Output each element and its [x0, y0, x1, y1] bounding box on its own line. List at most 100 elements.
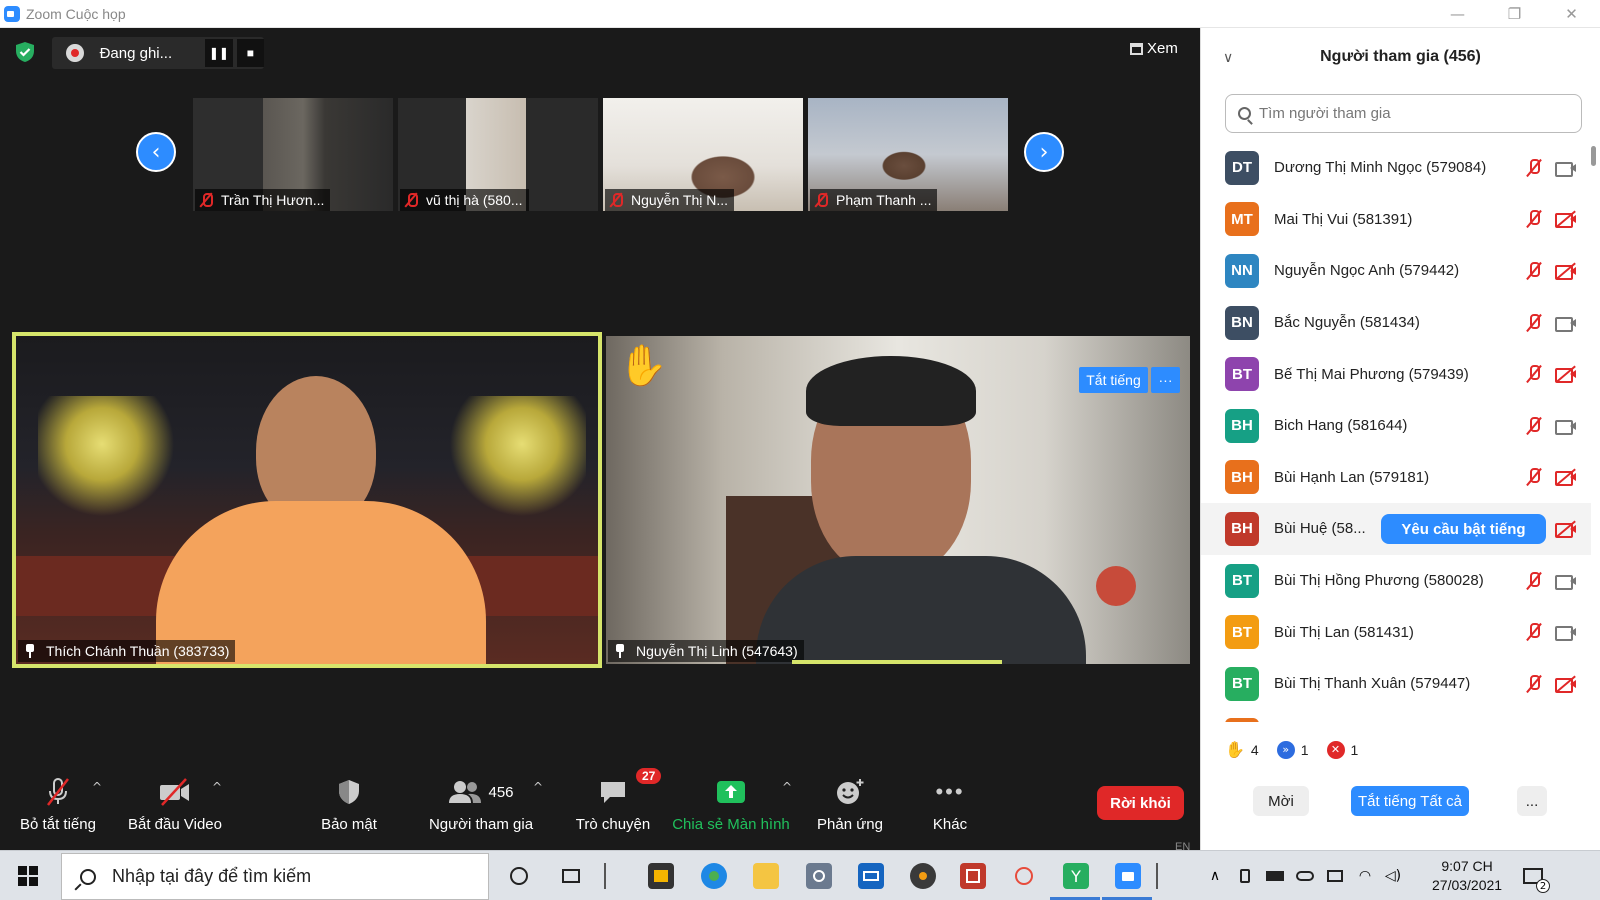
media-player-icon[interactable] — [910, 863, 936, 889]
participant-row[interactable]: DT Dương Thị Minh Ngọc (579084) — [1201, 142, 1591, 194]
search-icon — [1238, 107, 1251, 120]
connect-app-icon[interactable]: Y — [1063, 863, 1089, 889]
restore-icon[interactable]: ❐ — [1486, 0, 1543, 28]
mic-muted-icon[interactable] — [1525, 467, 1543, 487]
reactions-button[interactable]: Phản ứng — [815, 770, 885, 833]
mic-muted-icon[interactable] — [1525, 209, 1543, 229]
store-icon[interactable] — [648, 863, 674, 889]
participant-row[interactable]: BT Bùi Thị Lan (581431) — [1201, 606, 1591, 658]
participant-row[interactable]: BN Bắc Nguyễn (581434) — [1201, 297, 1591, 349]
network-status-icon[interactable] — [1324, 863, 1346, 889]
thumbnails-next-button[interactable]: › — [1024, 132, 1064, 172]
thumbnails-prev-button[interactable]: ‹ — [136, 132, 176, 172]
video-off-icon[interactable] — [1555, 262, 1577, 280]
participant-row[interactable]: NN Nguyễn Ngọc Anh (579442) — [1201, 245, 1591, 297]
video-options-caret[interactable]: ^ — [212, 780, 222, 794]
camera-icon[interactable] — [806, 863, 832, 889]
participant-row[interactable]: BH Bùi Huệ (58... Yêu cầu bật tiếng — [1201, 503, 1591, 555]
mic-muted-icon[interactable] — [1525, 674, 1543, 694]
notification-center-icon[interactable]: 2 — [1520, 863, 1550, 893]
ask-to-unmute-button[interactable]: Yêu cầu bật tiếng — [1381, 514, 1546, 545]
show-hidden-icons-chevron[interactable]: ∧ — [1205, 863, 1225, 889]
participant-name: Bùi Hạnh Lan (579181) — [1274, 468, 1430, 486]
onedrive-cloud-icon[interactable] — [1294, 863, 1316, 889]
notification-count: 2 — [1536, 879, 1550, 893]
unmute-button[interactable]: Bỏ tắt tiếng — [16, 770, 100, 833]
video-off-icon[interactable] — [1555, 210, 1577, 229]
mic-muted-icon[interactable] — [1525, 364, 1543, 384]
video-icon[interactable] — [1555, 315, 1577, 332]
panel-more-button[interactable]: ... — [1517, 786, 1547, 816]
thumbnail-video[interactable]: vũ thị hà (580... — [398, 98, 598, 211]
language-indicator[interactable]: EN — [1175, 841, 1190, 853]
more-label: Khác — [932, 816, 968, 833]
participant-name: Bùi Thị Lan (581431) — [1274, 623, 1414, 641]
participant-row[interactable]: BTBùi Thị Thuý (581419) — [1201, 710, 1591, 722]
video-icon[interactable] — [1555, 160, 1577, 177]
video-off-icon[interactable] — [1555, 520, 1577, 538]
participant-row[interactable]: BH Bich Hang (581644) — [1201, 400, 1591, 452]
mic-muted-icon[interactable] — [1525, 571, 1543, 591]
zoom-taskbar-icon[interactable] — [1115, 863, 1141, 889]
thumbnail-video[interactable]: Nguyễn Thị N... — [603, 98, 803, 211]
volume-icon[interactable]: ◁) — [1382, 863, 1404, 889]
video-off-icon[interactable] — [1555, 365, 1577, 384]
mute-all-button[interactable]: Tắt tiếng Tất cả — [1351, 786, 1469, 816]
mic-muted-icon[interactable] — [1525, 261, 1543, 281]
participant-search-input[interactable]: Tìm người tham gia — [1225, 94, 1582, 133]
share-screen-button[interactable]: Chia sẻ Màn hình — [670, 770, 792, 833]
thumbnail-video[interactable]: Phạm Thanh ... — [808, 98, 1008, 211]
leave-meeting-button[interactable]: Rời khỏi — [1097, 786, 1184, 820]
participant-row[interactable]: BT Bế Thị Mai Phương (579439) — [1201, 348, 1591, 400]
mic-muted-icon[interactable] — [1525, 313, 1543, 333]
participants-options-caret[interactable]: ^ — [533, 780, 543, 794]
invite-button[interactable]: Mời — [1253, 786, 1309, 816]
windows-start-icon[interactable] — [18, 866, 38, 886]
taskbar-clock[interactable]: 9:07 CH 27/03/2021 — [1432, 857, 1502, 895]
audio-options-caret[interactable]: ^ — [92, 780, 102, 794]
chat-button[interactable]: 27 Trò chuyện — [573, 768, 662, 833]
collapse-panel-chevron-icon[interactable]: ∨ — [1223, 50, 1233, 66]
start-video-button[interactable]: Bắt đầu Video — [125, 770, 225, 833]
mail-icon[interactable] — [858, 863, 884, 889]
video-icon[interactable] — [1555, 624, 1577, 642]
thumbnail-video[interactable]: Trần Thị Hươn... — [193, 98, 393, 211]
video-off-icon[interactable] — [1555, 675, 1577, 693]
security-button[interactable]: Bảo mật — [314, 770, 384, 833]
participants-button[interactable]: 456 Người tham gia — [426, 770, 536, 833]
close-icon[interactable]: ✕ — [1543, 0, 1600, 28]
active-speaker-video[interactable]: Thích Chánh Thuần (383733) — [12, 332, 602, 668]
participant-row[interactable]: BT Bùi Thị Thanh Xuân (579447) — [1201, 658, 1591, 710]
share-options-caret[interactable]: ^ — [782, 780, 792, 794]
participant-row[interactable]: BH Bùi Hạnh Lan (579181) — [1201, 452, 1591, 504]
participant-name: Bế Thị Mai Phương (579439) — [1274, 365, 1469, 383]
search-icon — [80, 868, 96, 885]
encryption-shield-icon[interactable] — [14, 41, 36, 63]
participant-row[interactable]: BT Bùi Thị Hồng Phương (580028) — [1201, 555, 1591, 607]
file-explorer-icon[interactable] — [753, 863, 779, 889]
wifi-icon[interactable]: ◠ — [1354, 863, 1376, 889]
mic-muted-icon[interactable] — [1525, 416, 1543, 436]
mute-participant-button[interactable]: Tắt tiếng — [1079, 367, 1148, 393]
task-view-icon[interactable] — [558, 863, 584, 889]
stop-recording-button[interactable]: ■ — [236, 39, 264, 67]
phone-link-icon[interactable] — [1235, 863, 1255, 889]
battery-icon[interactable] — [1264, 863, 1286, 889]
more-button[interactable]: ••• Khác — [925, 770, 975, 833]
taskbar-search-input[interactable]: Nhập tại đây để tìm kiếm — [61, 853, 489, 900]
cortana-icon[interactable] — [506, 863, 532, 889]
participant-row[interactable]: MT Mai Thị Vui (581391) — [1201, 194, 1591, 246]
pause-recording-button[interactable]: ❚❚ — [205, 39, 233, 67]
dictionary-app-icon[interactable] — [960, 863, 986, 889]
video-icon[interactable] — [1555, 418, 1577, 435]
minimize-icon[interactable]: — — [1429, 0, 1486, 28]
video-off-icon[interactable] — [1555, 468, 1577, 487]
mic-muted-icon[interactable] — [1525, 158, 1543, 178]
mic-muted-icon[interactable] — [1525, 622, 1543, 642]
participant-list-scrollbar[interactable] — [1591, 142, 1597, 722]
participant-more-button[interactable]: ··· — [1151, 367, 1180, 393]
video-icon[interactable] — [1555, 573, 1577, 590]
snipping-tool-icon[interactable] — [1011, 863, 1037, 889]
view-button[interactable]: Xem — [1130, 40, 1178, 57]
edge-browser-icon[interactable] — [701, 863, 727, 889]
